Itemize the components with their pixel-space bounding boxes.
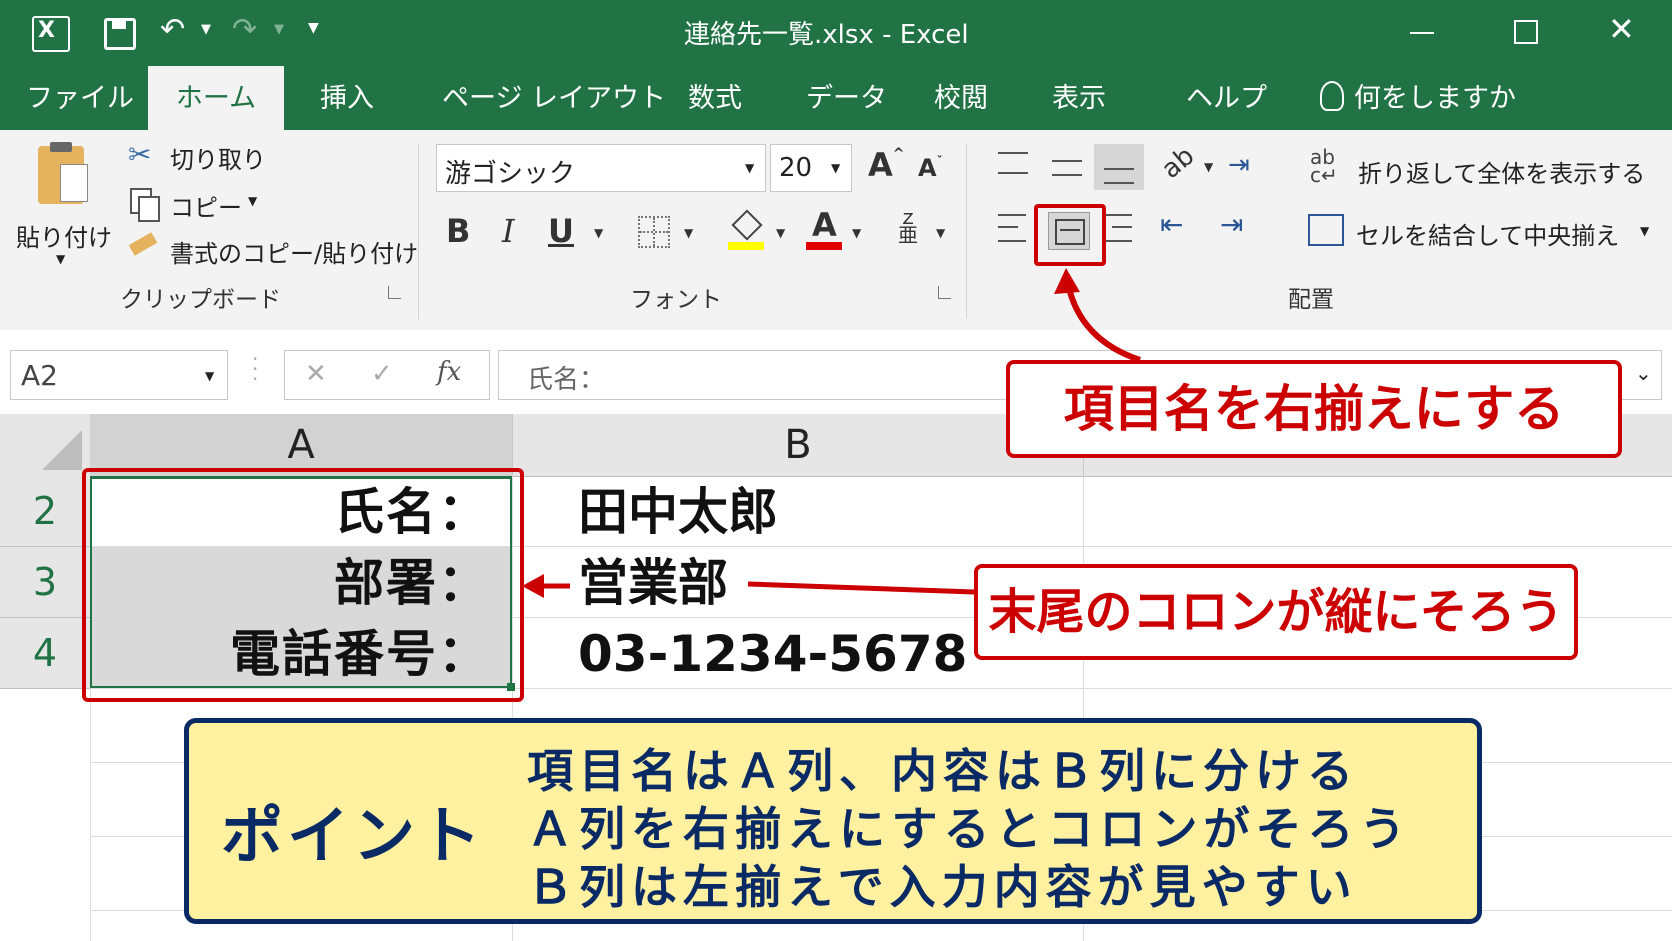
arrow-to-colons [747,581,975,595]
arrow-to-align-button [1065,283,1141,363]
point-line-3: Ｂ列は左揃えで入力内容が見やすい [527,860,1358,914]
callout-right-align: 項目名を右揃えにする [1006,360,1622,458]
point-line-1: 項目名はＡ列、内容はＢ列に分ける [527,744,1359,798]
point-label: ポイント [221,799,486,872]
arrow-head-left [522,574,544,598]
callout-colon-text: 末尾のコロンが縦にそろう [988,584,1564,640]
callout-colon: 末尾のコロンが縦にそろう [974,564,1578,660]
arrow-head-up [1054,268,1080,294]
point-line-2: Ａ列を右揃えにするとコロンがそろう [527,802,1412,856]
point-box: ポイント 項目名はＡ列、内容はＢ列に分ける Ａ列を右揃えにするとコロンがそろう … [184,718,1482,924]
callout-right-align-text: 項目名を右揃えにする [1063,380,1565,438]
